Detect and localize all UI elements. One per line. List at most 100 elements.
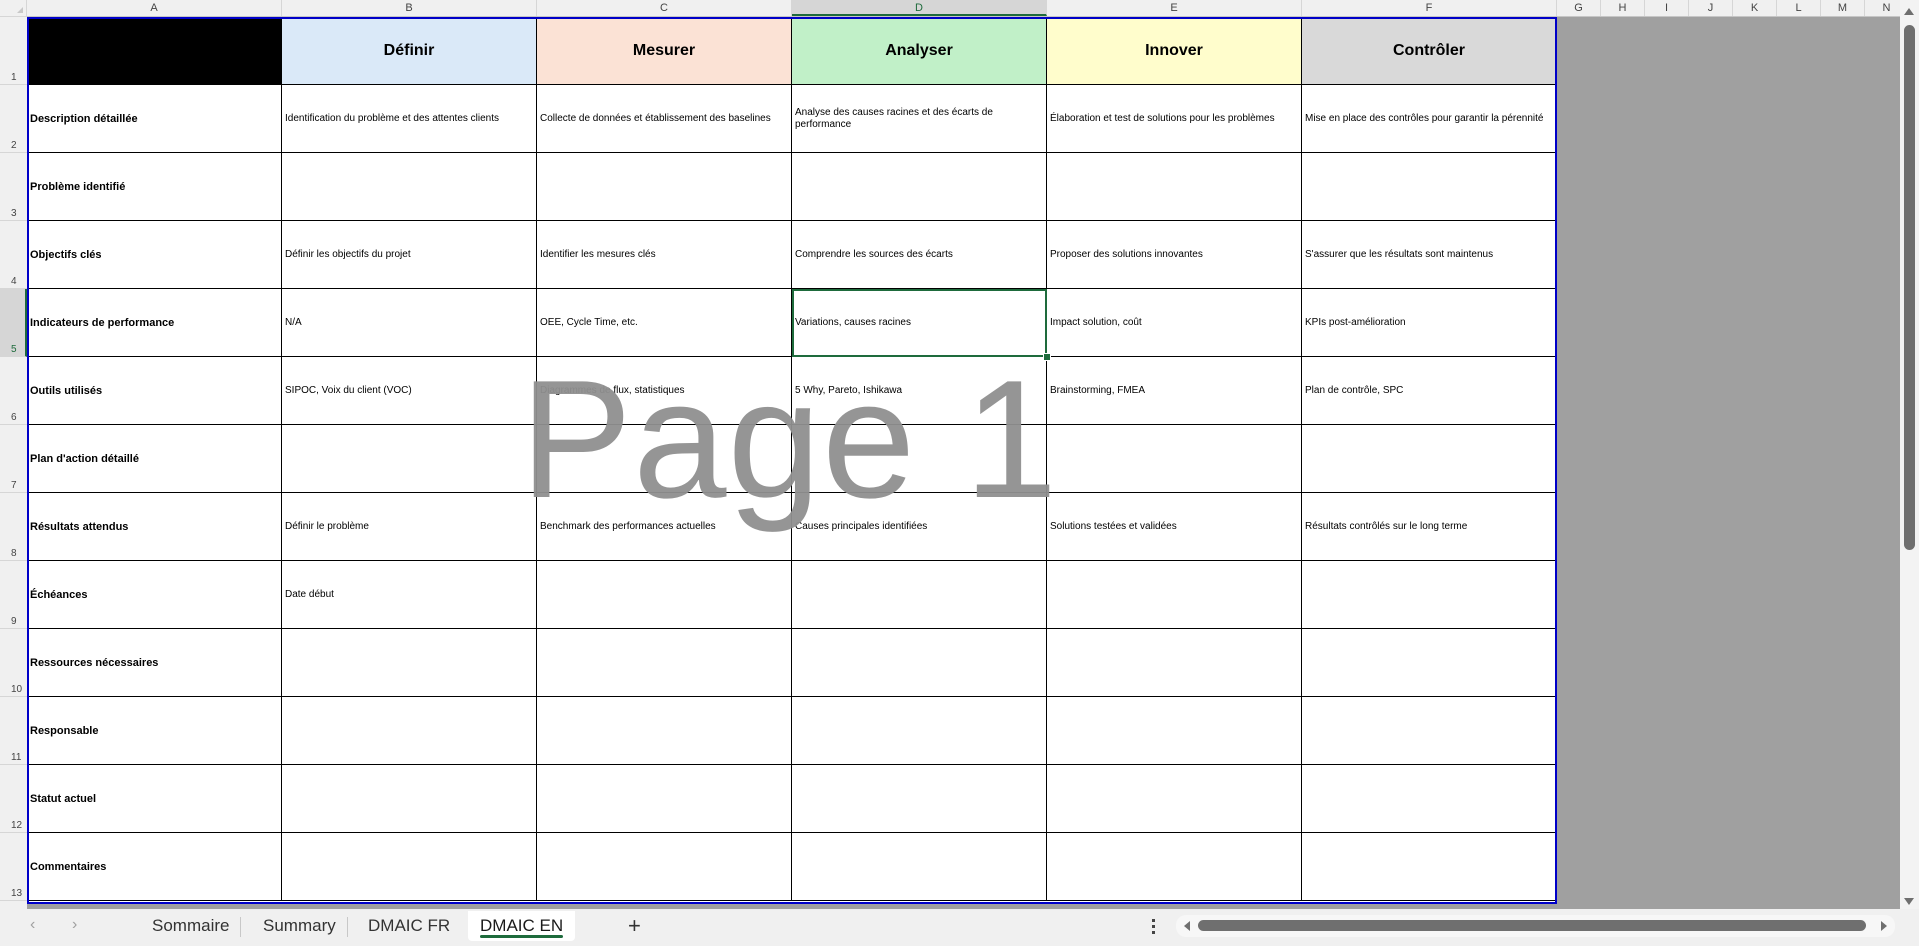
table-cell[interactable] bbox=[792, 833, 1047, 901]
row-header-8[interactable]: 8 bbox=[0, 493, 27, 561]
table-cell[interactable]: Impact solution, coût bbox=[1047, 289, 1302, 357]
table-cell[interactable]: S'assurer que les résultats sont mainten… bbox=[1302, 221, 1557, 289]
row-label[interactable]: Description détaillée bbox=[27, 85, 282, 153]
row-header-9[interactable]: 9 bbox=[0, 561, 27, 629]
scroll-up-arrow-icon[interactable] bbox=[1904, 8, 1914, 15]
table-cell[interactable] bbox=[537, 629, 792, 697]
table-cell[interactable] bbox=[1302, 425, 1557, 493]
column-header-d[interactable]: D bbox=[792, 0, 1047, 16]
table-cell[interactable] bbox=[537, 765, 792, 833]
scroll-left-arrow-icon[interactable] bbox=[1184, 921, 1190, 931]
row-header-5[interactable]: 5 bbox=[0, 289, 27, 357]
row-label[interactable]: Statut actuel bbox=[27, 765, 282, 833]
table-cell[interactable] bbox=[792, 697, 1047, 765]
more-options-icon[interactable] bbox=[1152, 919, 1156, 935]
phase-header-4[interactable]: Innover bbox=[1047, 17, 1302, 85]
row-header-1[interactable]: 1 bbox=[0, 17, 27, 85]
row-header-12[interactable]: 12 bbox=[0, 765, 27, 833]
table-cell[interactable] bbox=[1047, 629, 1302, 697]
row-header-11[interactable]: 11 bbox=[0, 697, 27, 765]
table-cell[interactable]: Identification du problème et des attent… bbox=[282, 85, 537, 153]
table-cell[interactable]: Causes principales identifiées bbox=[792, 493, 1047, 561]
phase-header-2[interactable]: Mesurer bbox=[537, 17, 792, 85]
table-cell[interactable]: Date début bbox=[282, 561, 537, 629]
table-cell[interactable]: Élaboration et test de solutions pour le… bbox=[1047, 85, 1302, 153]
row-label[interactable]: Plan d'action détaillé bbox=[27, 425, 282, 493]
column-header-l[interactable]: L bbox=[1777, 0, 1821, 16]
table-cell[interactable] bbox=[282, 697, 537, 765]
table-cell[interactable] bbox=[1047, 153, 1302, 221]
cell-a1-corner[interactable] bbox=[27, 17, 282, 85]
next-sheet-icon[interactable]: › bbox=[72, 916, 77, 934]
row-header-4[interactable]: 4 bbox=[0, 221, 27, 289]
column-header-f[interactable]: F bbox=[1302, 0, 1557, 16]
table-cell[interactable] bbox=[1302, 153, 1557, 221]
sheet-tab-summary[interactable]: Summary bbox=[251, 911, 348, 941]
table-cell[interactable] bbox=[537, 833, 792, 901]
table-cell[interactable] bbox=[537, 425, 792, 493]
row-label[interactable]: Responsable bbox=[27, 697, 282, 765]
column-header-m[interactable]: M bbox=[1821, 0, 1865, 16]
horizontal-scroll-thumb[interactable] bbox=[1198, 920, 1866, 931]
table-cell[interactable]: KPIs post-amélioration bbox=[1302, 289, 1557, 357]
table-cell[interactable] bbox=[282, 153, 537, 221]
table-cell[interactable] bbox=[792, 629, 1047, 697]
table-cell[interactable] bbox=[1302, 765, 1557, 833]
table-cell[interactable]: Benchmark des performances actuelles bbox=[537, 493, 792, 561]
vertical-scroll-thumb[interactable] bbox=[1904, 25, 1915, 550]
horizontal-scrollbar[interactable] bbox=[1176, 915, 1895, 937]
table-cell[interactable] bbox=[1302, 629, 1557, 697]
sheet-tab-dmaic-fr[interactable]: DMAIC FR bbox=[356, 911, 462, 941]
table-cell[interactable] bbox=[537, 153, 792, 221]
phase-header-1[interactable]: Définir bbox=[282, 17, 537, 85]
table-cell[interactable]: Résultats contrôlés sur le long terme bbox=[1302, 493, 1557, 561]
table-cell[interactable]: Proposer des solutions innovantes bbox=[1047, 221, 1302, 289]
table-cell[interactable] bbox=[1047, 765, 1302, 833]
column-header-a[interactable]: A bbox=[27, 0, 282, 16]
fill-handle[interactable] bbox=[1043, 353, 1051, 361]
table-cell[interactable]: Brainstorming, FMEA bbox=[1047, 357, 1302, 425]
row-label[interactable]: Échéances bbox=[27, 561, 282, 629]
sheet-tab-dmaic-en[interactable]: DMAIC EN bbox=[468, 911, 576, 941]
column-header-b[interactable]: B bbox=[282, 0, 537, 16]
phase-header-5[interactable]: Contrôler bbox=[1302, 17, 1557, 85]
row-label[interactable]: Objectifs clés bbox=[27, 221, 282, 289]
row-label[interactable]: Ressources nécessaires bbox=[27, 629, 282, 697]
table-cell[interactable] bbox=[282, 425, 537, 493]
table-cell[interactable] bbox=[792, 561, 1047, 629]
table-cell[interactable] bbox=[792, 765, 1047, 833]
row-label[interactable]: Outils utilisés bbox=[27, 357, 282, 425]
row-header-2[interactable]: 2 bbox=[0, 85, 27, 153]
row-header-13[interactable]: 13 bbox=[0, 833, 27, 901]
table-cell[interactable] bbox=[282, 629, 537, 697]
row-header-7[interactable]: 7 bbox=[0, 425, 27, 493]
table-cell[interactable]: Définir les objectifs du projet bbox=[282, 221, 537, 289]
table-cell[interactable]: Plan de contrôle, SPC bbox=[1302, 357, 1557, 425]
table-cell[interactable]: Collecte de données et établissement des… bbox=[537, 85, 792, 153]
table-cell[interactable] bbox=[537, 561, 792, 629]
row-label[interactable]: Problème identifié bbox=[27, 153, 282, 221]
table-cell[interactable] bbox=[792, 153, 1047, 221]
column-header-j[interactable]: J bbox=[1689, 0, 1733, 16]
table-cell[interactable] bbox=[282, 833, 537, 901]
table-cell[interactable] bbox=[792, 425, 1047, 493]
table-cell[interactable]: OEE, Cycle Time, etc. bbox=[537, 289, 792, 357]
column-header-n[interactable]: N bbox=[1865, 0, 1900, 16]
scroll-down-arrow-icon[interactable] bbox=[1904, 898, 1914, 905]
phase-header-3[interactable]: Analyser bbox=[792, 17, 1047, 85]
table-cell[interactable]: Analyse des causes racines et des écarts… bbox=[792, 85, 1047, 153]
sheet-tab-sommaire[interactable]: Sommaire bbox=[140, 911, 242, 941]
table-cell[interactable] bbox=[1302, 561, 1557, 629]
select-all-corner[interactable] bbox=[0, 0, 27, 17]
table-cell[interactable]: 5 Why, Pareto, Ishikawa bbox=[792, 357, 1047, 425]
row-label[interactable]: Indicateurs de performance bbox=[27, 289, 282, 357]
row-label[interactable]: Commentaires bbox=[27, 833, 282, 901]
scroll-right-arrow-icon[interactable] bbox=[1881, 921, 1887, 931]
table-cell[interactable] bbox=[1047, 425, 1302, 493]
column-header-h[interactable]: H bbox=[1601, 0, 1645, 16]
table-cell[interactable]: Comprendre les sources des écarts bbox=[792, 221, 1047, 289]
table-cell[interactable] bbox=[1302, 833, 1557, 901]
selected-cell[interactable]: Variations, causes racines bbox=[792, 289, 1047, 357]
table-cell[interactable] bbox=[537, 697, 792, 765]
row-label[interactable]: Résultats attendus bbox=[27, 493, 282, 561]
